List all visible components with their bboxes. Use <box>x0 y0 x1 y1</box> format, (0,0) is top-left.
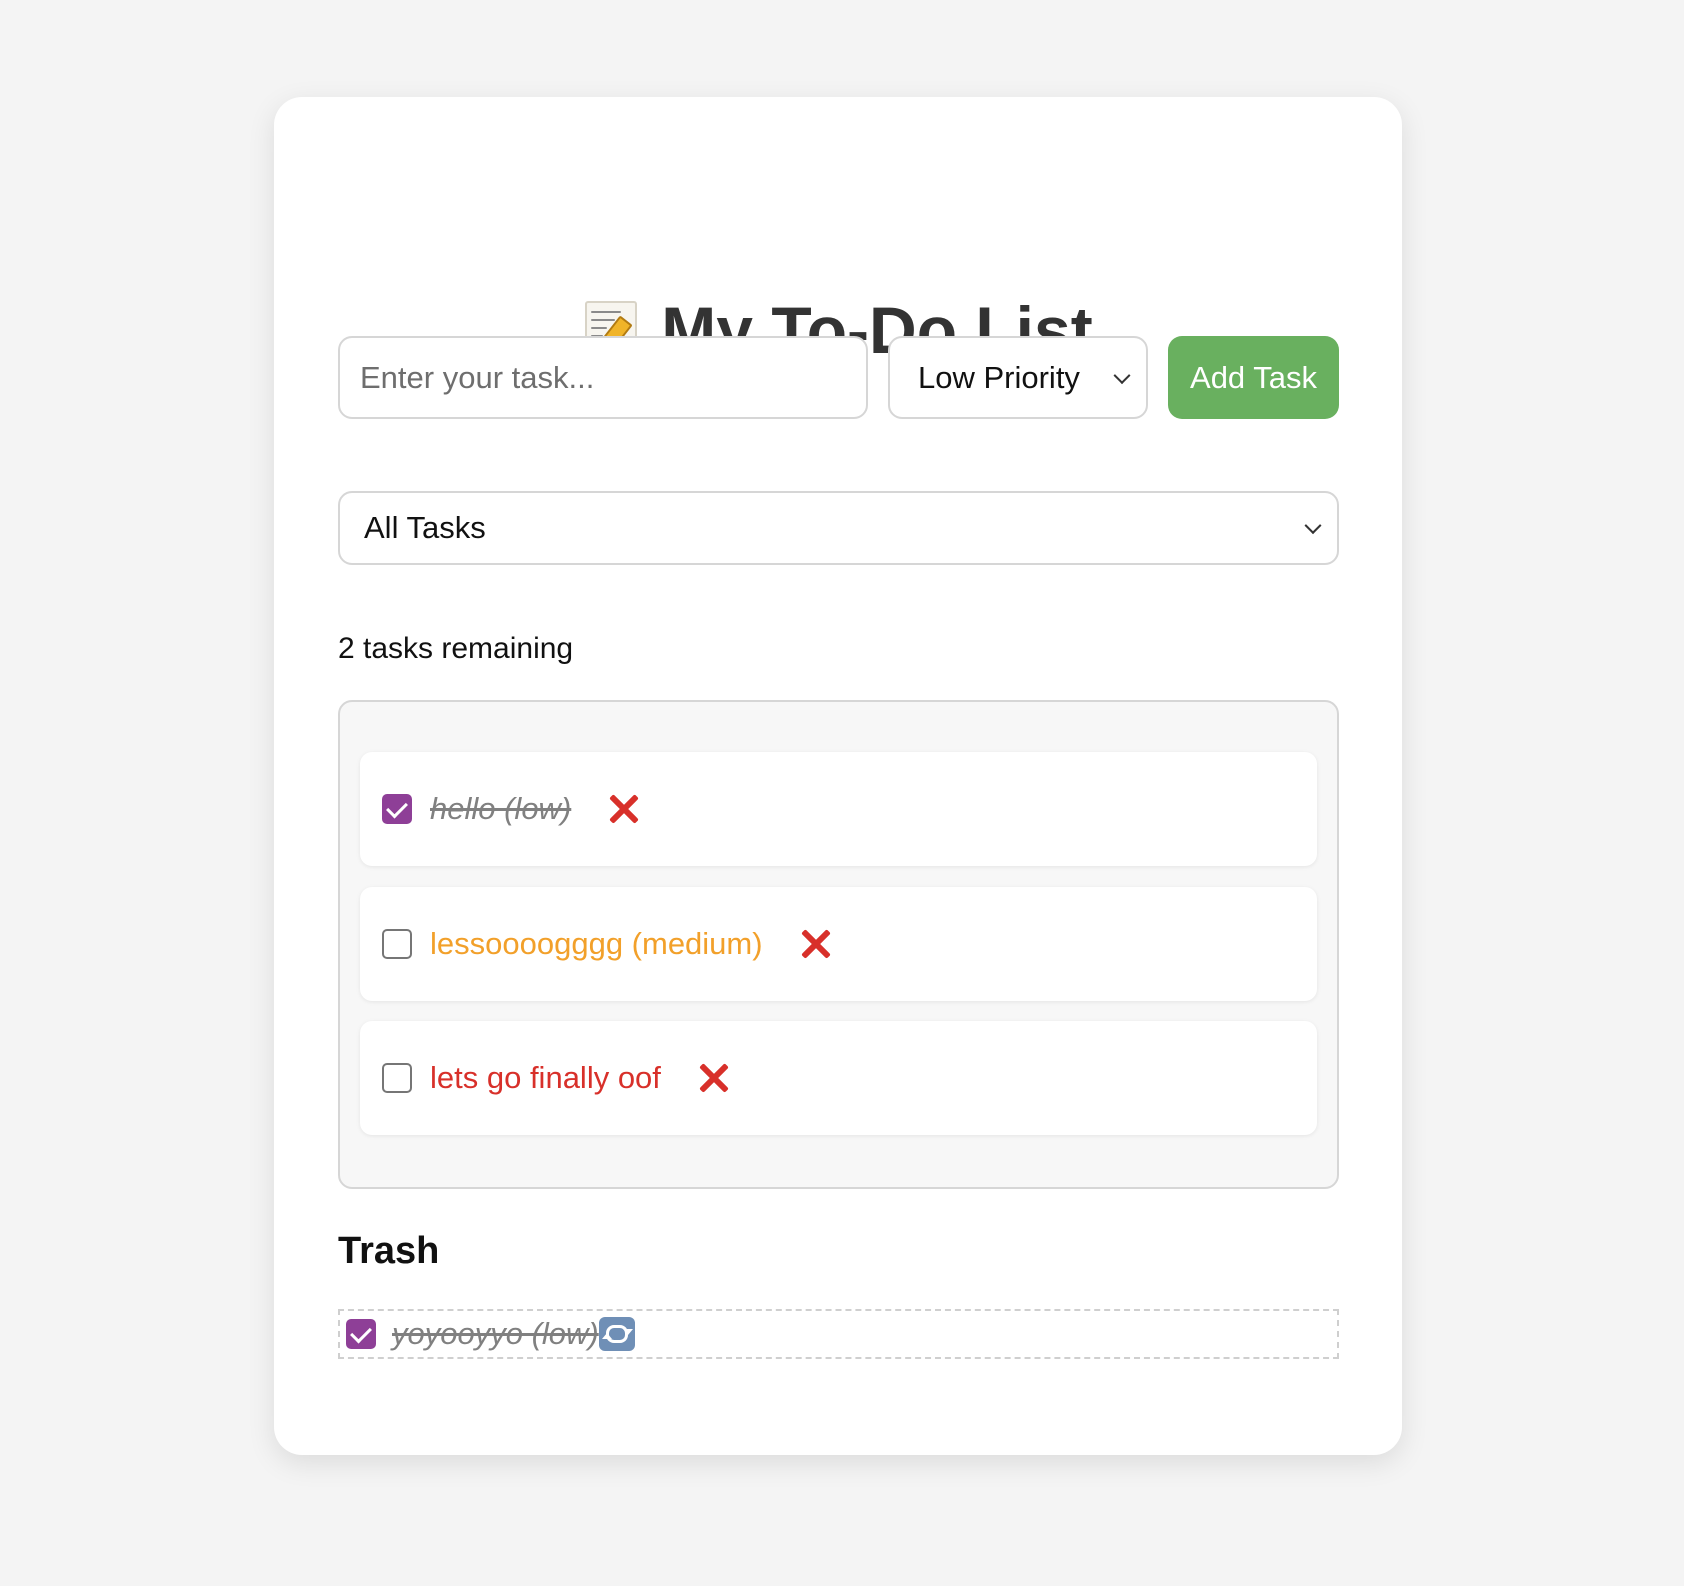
task-checkbox[interactable] <box>382 794 412 824</box>
trash-heading: Trash <box>338 1230 440 1272</box>
trash-list: yoyooyyo (low) <box>338 1309 1339 1359</box>
trash-task-label: yoyooyyo (low) <box>392 1316 599 1351</box>
task-item: hello (low) <box>360 752 1317 866</box>
cross-mark-icon[interactable] <box>699 1063 729 1093</box>
task-input[interactable] <box>338 336 868 419</box>
chevron-down-icon <box>1304 517 1322 535</box>
task-checkbox[interactable] <box>382 929 412 959</box>
filter-select-value: All Tasks <box>364 510 486 545</box>
add-task-button[interactable]: Add Task <box>1168 336 1339 419</box>
priority-select-value: Low Priority <box>918 359 1080 395</box>
task-item: lessoooogggg (medium) <box>360 887 1317 1001</box>
filter-select[interactable]: All Tasks <box>338 491 1339 565</box>
todo-card: My To-Do List Low Priority Add Task All … <box>274 97 1402 1455</box>
task-item: lets go finally oof <box>360 1021 1317 1135</box>
task-label: lessoooogggg (medium) <box>430 926 763 961</box>
tasks-remaining-count: 2 tasks remaining <box>338 632 574 665</box>
task-label: lets go finally oof <box>430 1060 661 1095</box>
priority-select[interactable]: Low Priority <box>888 336 1148 419</box>
trash-task-checkbox[interactable] <box>346 1319 376 1349</box>
cross-mark-icon[interactable] <box>801 929 831 959</box>
task-label: hello (low) <box>430 791 572 826</box>
task-checkbox[interactable] <box>382 1063 412 1093</box>
chevron-down-icon <box>1113 366 1131 384</box>
restore-icon[interactable] <box>598 1317 635 1351</box>
cross-mark-icon[interactable] <box>609 794 639 824</box>
task-list: hello (low) lessoooogggg (medium) lets g… <box>338 700 1339 1189</box>
